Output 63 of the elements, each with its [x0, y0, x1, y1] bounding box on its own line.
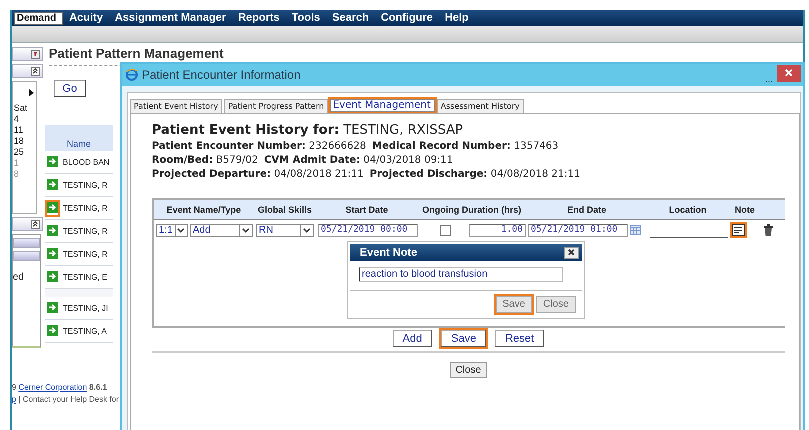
- patient-name: TESTING, A: [63, 326, 108, 336]
- calendar-day[interactable]: 25: [14, 147, 36, 158]
- note-field[interactable]: reaction to blood transfusion: [359, 267, 563, 282]
- info-field: CVM Admit Date: 04/03/2018 09:11: [264, 155, 454, 166]
- popup-button[interactable]: Save: [496, 296, 532, 313]
- menu-item[interactable]: Configure: [375, 11, 440, 25]
- end-date-field[interactable]: 05/21/2019 01:00: [528, 224, 628, 236]
- patient-name: TESTING, R: [63, 204, 108, 212]
- calendar-day[interactable]: 18: [14, 136, 36, 147]
- close-dialog-button[interactable]: Close: [450, 362, 488, 378]
- column-header: Event Name/Type: [166, 204, 242, 214]
- popup-title: Event Note: [360, 246, 418, 258]
- ratio-select[interactable]: 1:1: [156, 224, 188, 236]
- skill-select[interactable]: RN: [256, 224, 314, 236]
- action-button[interactable]: Save: [441, 330, 486, 347]
- patient-name: BLOOD BAN: [63, 158, 110, 166]
- column-header: End Date: [566, 204, 608, 214]
- column-header: Note: [734, 204, 756, 214]
- minimize-button[interactable]: ...: [765, 74, 773, 86]
- calendar-day[interactable]: 4: [14, 114, 36, 125]
- menu-item[interactable]: Demand: [14, 12, 64, 24]
- menu-item[interactable]: Help: [439, 11, 475, 25]
- patient-name: TESTING, R: [63, 180, 108, 190]
- copyright-text: 9: [12, 383, 16, 392]
- column-header: Start Date: [344, 204, 390, 214]
- tab[interactable]: Assessment History: [436, 99, 524, 113]
- column-header: Location: [668, 204, 708, 214]
- type-select[interactable]: Add: [190, 224, 253, 236]
- status-text: ed: [13, 272, 26, 283]
- column-header: Ongoing Duration (hrs): [422, 204, 522, 214]
- info-field: Projected Departure: 04/08/2018 21:11: [152, 169, 364, 180]
- menu-item[interactable]: Assignment Manager: [109, 11, 232, 25]
- action-button[interactable]: Add: [392, 330, 432, 347]
- version-text: 8.6.1: [89, 383, 108, 392]
- dialog-title: Patient Encounter Information: [142, 68, 302, 82]
- column-header: Global Skills: [256, 204, 314, 214]
- calendar-day[interactable]: 11: [14, 125, 36, 136]
- patient-name: TESTING, JI: [63, 304, 108, 312]
- patient-name: TESTING, R: [63, 226, 108, 236]
- popup-button[interactable]: Close: [536, 296, 576, 313]
- menu-item[interactable]: Tools: [286, 11, 326, 25]
- duration-field[interactable]: 1.00: [468, 224, 526, 236]
- patient-name: TESTING, R: [63, 250, 108, 258]
- patient-name: TESTING, E: [63, 272, 108, 282]
- tab[interactable]: Patient Progress Pattern: [224, 99, 328, 113]
- go-button[interactable]: Go: [54, 80, 86, 97]
- action-button[interactable]: Reset: [495, 330, 544, 347]
- menu-item[interactable]: Acuity: [63, 11, 110, 25]
- info-field: Room/Bed: B579/02: [152, 155, 258, 166]
- help-text: | Contact your Help Desk for: [18, 395, 120, 404]
- tab[interactable]: Patient Event History: [130, 99, 222, 113]
- info-field: Medical Record Number: 1357463: [372, 141, 559, 152]
- menu-item[interactable]: Reports: [232, 11, 286, 25]
- help-link[interactable]: p: [12, 395, 16, 404]
- tab[interactable]: Event Management: [330, 99, 435, 112]
- heading: Patient Event History for: TESTING, RXISSAP: [152, 123, 464, 138]
- start-date-field[interactable]: 05/21/2019 00:00: [318, 224, 418, 236]
- menu-item[interactable]: Search: [326, 11, 376, 25]
- day-header: Sat: [14, 103, 29, 114]
- company-link[interactable]: Cerner Corporation: [18, 383, 88, 392]
- info-field: Projected Discharge: 04/08/2018 21:11: [370, 169, 580, 180]
- column-header: Name: [45, 125, 113, 151]
- info-field: Patient Encounter Number: 232666628: [152, 141, 366, 152]
